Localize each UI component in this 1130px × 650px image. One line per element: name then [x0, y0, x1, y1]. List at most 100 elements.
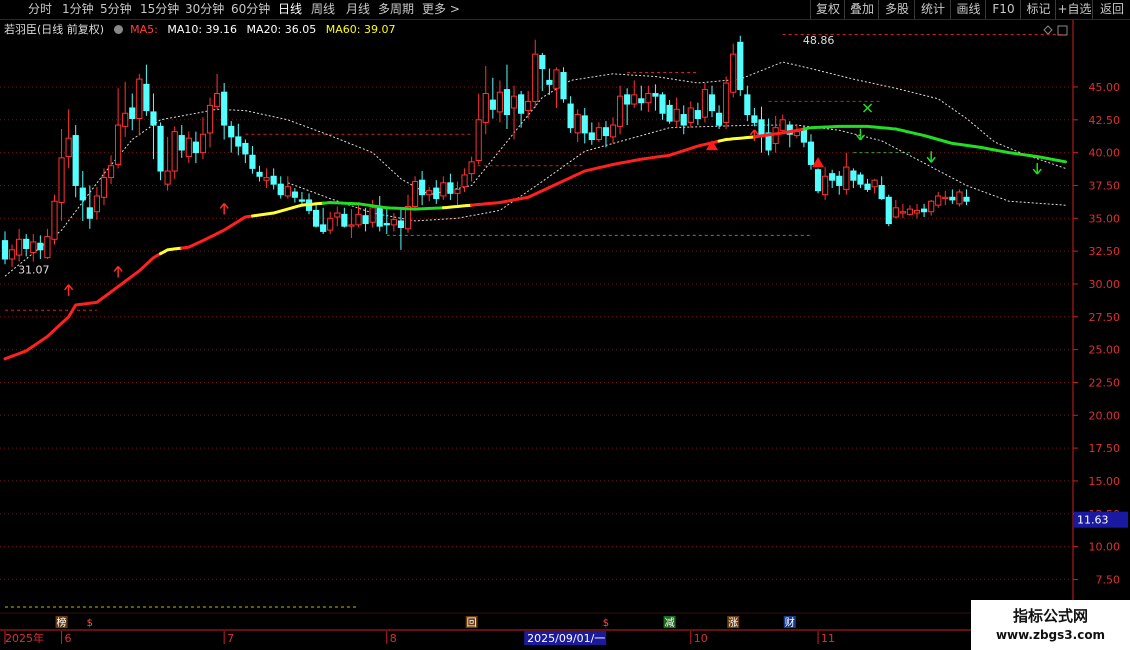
candle-body [44, 236, 51, 259]
period-tab-7[interactable]: 周线 [311, 0, 335, 19]
candle-body [539, 54, 546, 70]
toolbar-button-6[interactable]: 标记 [1020, 0, 1056, 19]
period-tab-3[interactable]: 15分钟 [140, 0, 179, 19]
candle-body [298, 199, 306, 202]
toolbar-button-8[interactable]: 返回 [1092, 0, 1130, 19]
candle [249, 146, 256, 174]
candle [489, 77, 496, 119]
candle [652, 84, 659, 111]
period-tab-9[interactable]: 多周期 [378, 0, 414, 19]
y-tick-label: 17.50 [1089, 442, 1121, 455]
candle [100, 168, 108, 206]
down-arrow-icon [1032, 163, 1042, 175]
period-tab-1[interactable]: 1分钟 [62, 0, 94, 19]
candle-body [807, 141, 815, 165]
candle [228, 121, 235, 153]
candle-body [482, 93, 489, 123]
candle [588, 122, 595, 145]
period-tab-0[interactable]: 分时 [28, 0, 52, 19]
candle-body [694, 110, 701, 119]
candle-body [122, 112, 129, 127]
candle [532, 39, 539, 108]
toolbar-button-3[interactable]: 统计 [914, 0, 951, 19]
candle-body [383, 223, 390, 226]
candle-body [150, 111, 157, 126]
candle [602, 121, 610, 148]
candle [115, 88, 122, 169]
candle-body [468, 161, 475, 175]
candle-body [157, 125, 164, 172]
candle-body [857, 174, 864, 185]
candle-body [178, 135, 185, 151]
candle-body [723, 82, 730, 123]
candle-body [270, 175, 277, 185]
y-tick-label: 22.50 [1089, 376, 1121, 389]
candlestick-chart[interactable]: 45.00 42.50 40.00 37.50 35.00 32.50 30.00 27.50… [0, 20, 1130, 650]
candle-body [638, 98, 645, 104]
period-tab-2[interactable]: 5分钟 [100, 0, 132, 19]
watermark-title: 指标公式网 [1012, 607, 1088, 625]
candle [214, 73, 221, 110]
candle-body [624, 94, 631, 105]
candle [320, 207, 327, 235]
candle [312, 205, 320, 228]
period-tab-6[interactable]: 日线 [278, 0, 302, 19]
candle [447, 173, 454, 200]
candle-body [793, 131, 800, 137]
candle [857, 172, 864, 189]
candle-body [730, 53, 737, 93]
candle-body [737, 41, 744, 91]
y-tick-label: 20.00 [1089, 409, 1121, 422]
candle [235, 123, 242, 156]
candle-body [581, 115, 588, 134]
candle-body [652, 93, 659, 97]
candle-body [235, 136, 242, 147]
period-tab-8[interactable]: 月线 [346, 0, 370, 19]
candle-body [574, 114, 581, 134]
candle-body [369, 207, 376, 223]
candle-body [185, 137, 192, 158]
lower-band-line [287, 124, 1066, 222]
candle-body [447, 182, 454, 194]
candle-body [1, 240, 9, 260]
period-tab-5[interactable]: 60分钟 [231, 0, 270, 19]
candle [411, 176, 419, 211]
candle [334, 206, 341, 227]
toolbar-button-0[interactable]: 复权 [810, 0, 845, 19]
toolbar-button-5[interactable]: F10 [985, 0, 1021, 19]
candle [51, 194, 58, 245]
event-marker: 减 [665, 617, 675, 629]
low-price-label: 31.07 [18, 264, 50, 277]
candle [270, 168, 277, 190]
candle [8, 244, 16, 267]
candle-body [525, 100, 532, 112]
candle-body [489, 99, 496, 110]
candle-body [461, 174, 468, 188]
toolbar-button-2[interactable]: 多股 [878, 0, 915, 19]
toolbar-button-4[interactable]: 画线 [950, 0, 986, 19]
candle-body [228, 125, 235, 138]
toolbar-button-1[interactable]: 叠加 [844, 0, 879, 19]
candle-body [334, 212, 341, 218]
candle [468, 156, 475, 182]
candle-body [616, 95, 624, 127]
candle-body [822, 175, 829, 196]
candle-body [37, 242, 44, 251]
candle [786, 121, 793, 148]
candle [150, 93, 157, 160]
candle-body [199, 133, 207, 154]
candle-body [532, 53, 539, 102]
candle [171, 126, 178, 179]
watermark-url: www.zbgs3.com [995, 628, 1106, 642]
candle-body [921, 208, 928, 213]
period-tab-4[interactable]: 30分钟 [185, 0, 224, 19]
candle [23, 234, 30, 257]
candle-body [475, 119, 482, 162]
candle [708, 85, 716, 118]
candle [390, 213, 397, 232]
toolbar-button-7[interactable]: +自选 [1055, 0, 1093, 19]
trend-line-segment [441, 203, 474, 210]
event-marker: 涨 [728, 617, 738, 629]
candle-body [751, 115, 758, 123]
period-tab-10[interactable]: 更多 > [422, 0, 460, 19]
